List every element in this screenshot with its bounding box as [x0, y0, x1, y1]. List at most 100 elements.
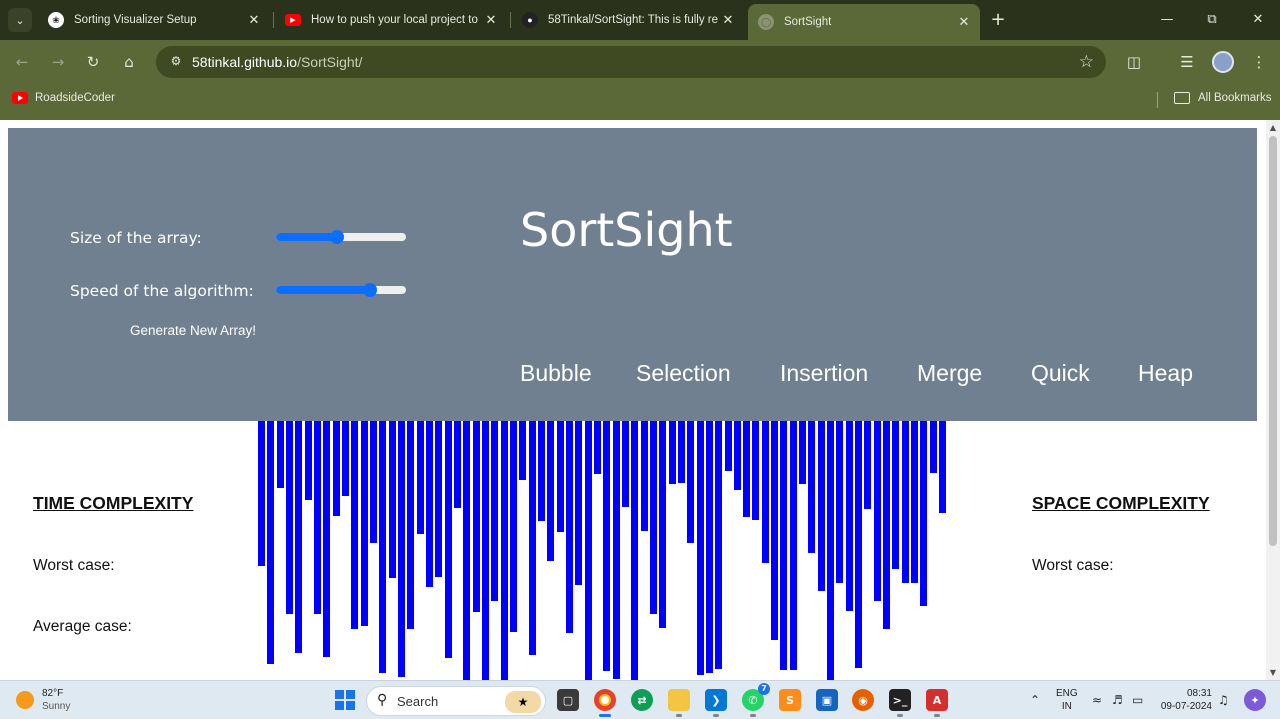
- terminal-icon[interactable]: >_: [889, 689, 911, 717]
- bubble-sort-button[interactable]: Bubble: [520, 360, 592, 387]
- tab-sortsight[interactable]: ◯ SortSight ✕: [748, 4, 980, 40]
- tab-search-button[interactable]: ⌄: [8, 8, 32, 32]
- close-icon[interactable]: ✕: [718, 12, 738, 28]
- slider-fill: [276, 233, 338, 241]
- array-bar: [612, 421, 620, 679]
- array-bar: [472, 421, 480, 612]
- bookmark-roadsidecoder[interactable]: RoadsideCoder: [12, 92, 115, 104]
- minimize-icon[interactable]: —: [1157, 10, 1177, 30]
- array-bar: [883, 421, 891, 629]
- array-bar: [789, 421, 797, 670]
- all-bookmarks-label: All Bookmarks: [1198, 92, 1272, 104]
- speed-slider[interactable]: [276, 283, 406, 297]
- pdf-reader-icon[interactable]: A: [926, 689, 948, 717]
- media-controls-icon[interactable]: ☰: [1176, 51, 1198, 73]
- array-bar: [313, 421, 321, 614]
- array-bar: [817, 421, 825, 591]
- tab-sorting-visualizer-setup[interactable]: ❀ Sorting Visualizer Setup ✕: [38, 4, 270, 36]
- slider-thumb[interactable]: [362, 283, 377, 297]
- scroll-thumb[interactable]: [1269, 136, 1277, 546]
- generate-array-button[interactable]: Generate New Array!: [130, 323, 256, 338]
- tab-strip: ⌄ ❀ Sorting Visualizer Setup ✕ ▶ How to …: [0, 0, 1280, 40]
- array-bar: [584, 421, 592, 680]
- array-bar: [659, 421, 667, 628]
- firefox-icon[interactable]: ◉: [852, 689, 874, 711]
- url-text[interactable]: 58tinkal.github.io/SortSight/: [192, 54, 362, 70]
- speed-label: Speed of the algorithm:: [70, 282, 254, 300]
- weather-temperature: 82°F: [42, 688, 64, 699]
- selection-sort-button[interactable]: Selection: [636, 360, 731, 387]
- weather-description: Sunny: [42, 701, 71, 712]
- array-bar: [733, 421, 741, 490]
- array-bar: [351, 421, 359, 629]
- array-bar: [444, 421, 452, 658]
- store-icon[interactable]: ▣: [816, 689, 838, 711]
- copilot-icon[interactable]: ✦: [1244, 689, 1266, 711]
- tab-push-local-project[interactable]: ▶ How to push your local project to ✕: [275, 4, 507, 36]
- time-worst-case-label: Worst case:: [33, 557, 115, 574]
- bookmarks-bar: RoadsideCoder All Bookmarks: [0, 84, 1280, 116]
- weather-widget[interactable]: 82°F Sunny: [16, 687, 70, 713]
- bookmark-star-icon[interactable]: ☆: [1079, 52, 1094, 72]
- wifi-icon[interactable]: ≈: [1092, 693, 1102, 707]
- search-highlight-icon: ★: [505, 691, 541, 713]
- forward-icon[interactable]: →: [48, 52, 68, 72]
- close-window-icon[interactable]: ✕: [1248, 10, 1268, 30]
- notification-badge: 7: [758, 683, 770, 695]
- scroll-up-icon[interactable]: ▲: [1269, 123, 1277, 132]
- language-indicator[interactable]: ENG IN: [1056, 687, 1078, 713]
- notification-bell-icon[interactable]: ♫: [1218, 693, 1229, 707]
- tab-title: How to push your local project to: [311, 14, 478, 26]
- array-bar: [808, 421, 816, 553]
- chevron-up-icon[interactable]: ⌃: [1030, 693, 1040, 707]
- size-label: Size of the array:: [70, 229, 202, 247]
- address-bar[interactable]: ⚙ 58tinkal.github.io/SortSight/ ☆: [156, 46, 1106, 78]
- heap-sort-button[interactable]: Heap: [1138, 360, 1193, 387]
- array-bar: [267, 421, 275, 664]
- dev-tool-icon[interactable]: ⇄: [631, 689, 653, 711]
- all-bookmarks[interactable]: All Bookmarks: [1174, 92, 1272, 104]
- close-icon[interactable]: ✕: [244, 12, 264, 28]
- slider-thumb[interactable]: [330, 230, 345, 244]
- insertion-sort-button[interactable]: Insertion: [780, 360, 868, 387]
- array-bar: [332, 421, 340, 516]
- extensions-icon[interactable]: ◫: [1123, 51, 1145, 73]
- restore-icon[interactable]: ⧉: [1202, 10, 1222, 30]
- array-bar: [509, 421, 517, 632]
- volume-icon[interactable]: ♬: [1112, 693, 1123, 707]
- site-info-icon[interactable]: ⚙: [168, 54, 184, 70]
- quick-sort-button[interactable]: Quick: [1031, 360, 1090, 387]
- array-bar: [855, 421, 863, 668]
- scroll-down-icon[interactable]: ▼: [1269, 668, 1277, 677]
- close-icon[interactable]: ✕: [481, 12, 501, 28]
- file-explorer-icon[interactable]: [668, 689, 690, 717]
- tab-title: 58Tinkal/SortSight: This is fully res: [548, 14, 718, 26]
- vscode-icon[interactable]: ❯: [705, 689, 727, 717]
- menu-icon[interactable]: ⋮: [1248, 51, 1270, 73]
- array-bar: [845, 421, 853, 611]
- taskbar-search[interactable]: ⚲ Search ★: [366, 686, 546, 716]
- new-tab-button[interactable]: +: [988, 10, 1008, 30]
- reload-icon[interactable]: ↻: [83, 52, 103, 72]
- back-icon[interactable]: ←: [12, 52, 32, 72]
- url-host: 58tinkal.github.io: [192, 54, 298, 70]
- sun-icon: [16, 691, 34, 709]
- sublime-text-icon[interactable]: S: [779, 689, 801, 711]
- whatsapp-icon[interactable]: ✆ 7: [742, 683, 770, 717]
- app-header: Size of the array: Speed of the algorith…: [8, 128, 1257, 421]
- clock[interactable]: 08:31 09-07-2024: [1158, 687, 1212, 713]
- array-bar: [491, 421, 499, 601]
- array-size-slider[interactable]: [276, 230, 406, 244]
- chrome-icon[interactable]: [594, 689, 616, 717]
- windows-start-icon[interactable]: [335, 690, 355, 710]
- profile-avatar[interactable]: [1212, 51, 1234, 73]
- page-scrollbar[interactable]: ▲ ▼: [1266, 120, 1280, 680]
- tab-github-sortsight[interactable]: ● 58Tinkal/SortSight: This is fully res …: [512, 4, 744, 36]
- array-bar: [752, 421, 760, 520]
- battery-icon[interactable]: ▭: [1132, 693, 1143, 707]
- array-bar: [939, 421, 947, 513]
- home-icon[interactable]: ⌂: [119, 52, 139, 72]
- task-view-icon[interactable]: ▢: [557, 689, 579, 711]
- merge-sort-button[interactable]: Merge: [917, 360, 982, 387]
- close-icon[interactable]: ✕: [954, 14, 974, 30]
